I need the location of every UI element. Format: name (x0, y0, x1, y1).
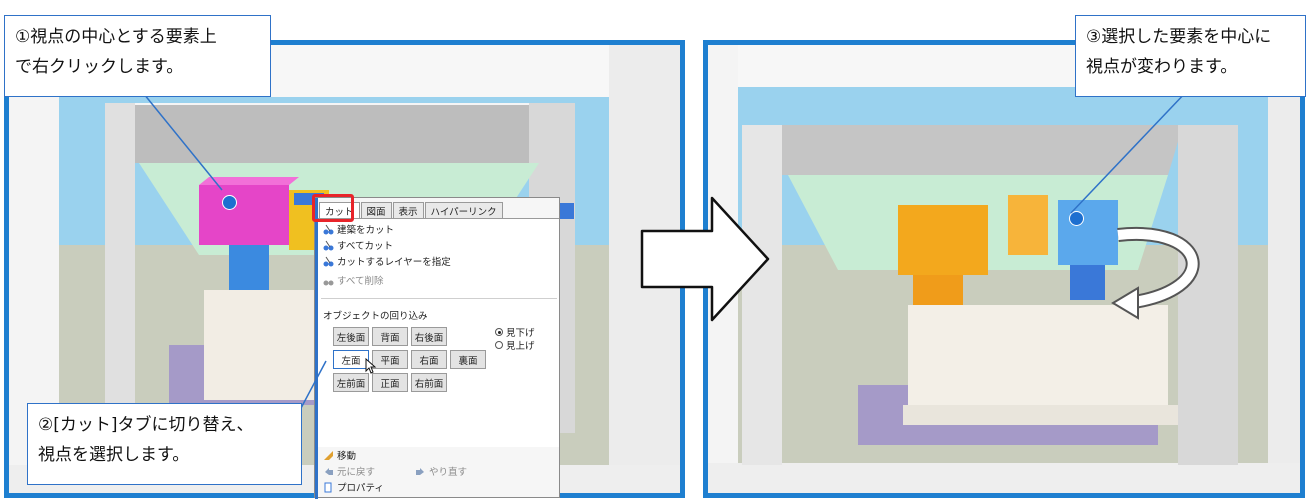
callout-step2: ②[カット]タブに切り替え、 視点を選択します。 (27, 403, 302, 485)
callout-step1: ①視点の中心とする要素上 で右クリックします。 (4, 15, 271, 97)
callout-step3: ③選択した要素を中心に 視点が変わります。 (1075, 15, 1306, 97)
